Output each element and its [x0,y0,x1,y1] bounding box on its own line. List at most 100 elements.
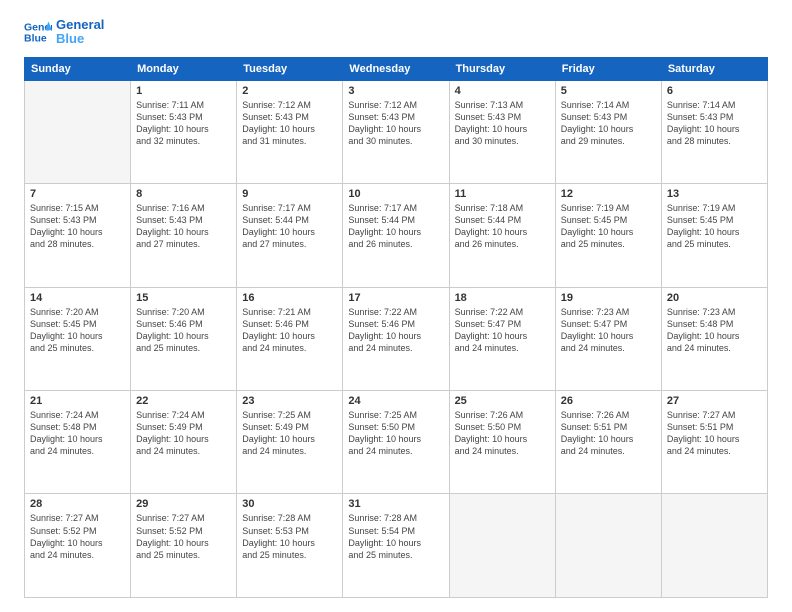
calendar-cell: 20Sunrise: 7:23 AM Sunset: 5:48 PM Dayli… [661,287,767,390]
calendar-cell: 12Sunrise: 7:19 AM Sunset: 5:45 PM Dayli… [555,184,661,287]
day-number: 6 [667,85,762,97]
day-number: 25 [455,395,550,407]
day-info: Sunrise: 7:27 AM Sunset: 5:51 PM Dayligh… [667,409,762,458]
day-number: 30 [242,498,337,510]
weekday-header-saturday: Saturday [661,57,767,80]
calendar-cell: 22 Sunrise: 7:24 AM Sunset: 5:49 PM Dayli… [131,391,237,494]
day-info: Sunrise: 7:20 AM Sunset: 5:45 PM Dayligh… [30,306,125,355]
day-number: 15 [136,292,231,304]
day-info: Sunrise: 7:26 AM Sunset: 5:51 PM Dayligh… [561,409,656,458]
day-number: 5 [561,85,656,97]
day-info: Sunrise: 7:13 AM Sunset: 5:43 PM Dayligh… [455,99,550,148]
calendar-cell: 21 Sunrise: 7:24 AM Sunset: 5:48 PM Dayli… [25,391,131,494]
day-number: 2 [242,85,337,97]
day-info: Sunrise: 7:25 AM Sunset: 5:50 PM Dayligh… [348,409,443,458]
weekday-header-wednesday: Wednesday [343,57,449,80]
calendar-cell: 23Sunrise: 7:25 AM Sunset: 5:49 PM Dayli… [237,391,343,494]
day-info: Sunrise: 7:16 AM Sunset: 5:43 PM Dayligh… [136,202,231,251]
week-row-4: 21 Sunrise: 7:24 AM Sunset: 5:48 PM Dayli… [25,391,768,494]
day-info: Sunrise: 7:14 AM Sunset: 5:43 PM Dayligh… [561,99,656,148]
day-number: 16 [242,292,337,304]
day-info: Sunrise: 7:12 AM Sunset: 5:43 PM Dayligh… [348,99,443,148]
weekday-header-monday: Monday [131,57,237,80]
calendar-cell: 1 Sunrise: 7:11 AM Sunset: 5:43 PM Daylig… [131,80,237,183]
day-number: 7 [30,188,125,200]
weekday-header-thursday: Thursday [449,57,555,80]
calendar-cell: 7Sunrise: 7:15 AM Sunset: 5:43 PM Daylig… [25,184,131,287]
day-info: Sunrise: 7:17 AM Sunset: 5:44 PM Dayligh… [242,202,337,251]
day-info: Sunrise: 7:14 AM Sunset: 5:43 PM Dayligh… [667,99,762,148]
calendar-cell: 2 Sunrise: 7:12 AM Sunset: 5:43 PM Daylig… [237,80,343,183]
calendar-cell: 11Sunrise: 7:18 AM Sunset: 5:44 PM Dayli… [449,184,555,287]
calendar: SundayMondayTuesdayWednesdayThursdayFrid… [24,57,768,598]
week-row-1: 1 Sunrise: 7:11 AM Sunset: 5:43 PM Daylig… [25,80,768,183]
calendar-cell: 10 Sunrise: 7:17 AM Sunset: 5:44 PM Dayli… [343,184,449,287]
day-number: 24 [348,395,443,407]
day-info: Sunrise: 7:24 AM Sunset: 5:49 PM Dayligh… [136,409,231,458]
day-number: 27 [667,395,762,407]
calendar-cell: 19 Sunrise: 7:23 AM Sunset: 5:47 PM Dayli… [555,287,661,390]
weekday-header-friday: Friday [555,57,661,80]
day-info: Sunrise: 7:27 AM Sunset: 5:52 PM Dayligh… [30,512,125,561]
weekday-header-tuesday: Tuesday [237,57,343,80]
calendar-cell: 28 Sunrise: 7:27 AM Sunset: 5:52 PM Dayli… [25,494,131,598]
calendar-cell: 4 Sunrise: 7:13 AM Sunset: 5:43 PM Daylig… [449,80,555,183]
day-info: Sunrise: 7:17 AM Sunset: 5:44 PM Dayligh… [348,202,443,251]
day-number: 17 [348,292,443,304]
calendar-cell: 29Sunrise: 7:27 AM Sunset: 5:52 PM Dayli… [131,494,237,598]
calendar-cell: 8Sunrise: 7:16 AM Sunset: 5:43 PM Daylig… [131,184,237,287]
day-info: Sunrise: 7:11 AM Sunset: 5:43 PM Dayligh… [136,99,231,148]
calendar-cell: 6 Sunrise: 7:14 AM Sunset: 5:43 PM Daylig… [661,80,767,183]
day-number: 18 [455,292,550,304]
logo: General Blue General Blue [24,18,104,47]
calendar-cell: 25 Sunrise: 7:26 AM Sunset: 5:50 PM Dayli… [449,391,555,494]
calendar-cell: 9 Sunrise: 7:17 AM Sunset: 5:44 PM Daylig… [237,184,343,287]
calendar-cell: 13 Sunrise: 7:19 AM Sunset: 5:45 PM Dayli… [661,184,767,287]
day-number: 9 [242,188,337,200]
day-number: 10 [348,188,443,200]
day-number: 1 [136,85,231,97]
day-info: Sunrise: 7:21 AM Sunset: 5:46 PM Dayligh… [242,306,337,355]
calendar-cell: 15Sunrise: 7:20 AM Sunset: 5:46 PM Dayli… [131,287,237,390]
logo-line2: Blue [56,32,104,46]
calendar-cell: 17Sunrise: 7:22 AM Sunset: 5:46 PM Dayli… [343,287,449,390]
day-info: Sunrise: 7:28 AM Sunset: 5:54 PM Dayligh… [348,512,443,561]
day-number: 28 [30,498,125,510]
svg-text:Blue: Blue [24,33,47,45]
day-info: Sunrise: 7:12 AM Sunset: 5:43 PM Dayligh… [242,99,337,148]
calendar-cell: 24 Sunrise: 7:25 AM Sunset: 5:50 PM Dayli… [343,391,449,494]
day-number: 26 [561,395,656,407]
day-number: 4 [455,85,550,97]
day-number: 23 [242,395,337,407]
day-info: Sunrise: 7:26 AM Sunset: 5:50 PM Dayligh… [455,409,550,458]
calendar-cell: 30 Sunrise: 7:28 AM Sunset: 5:53 PM Dayli… [237,494,343,598]
day-number: 19 [561,292,656,304]
calendar-cell: 16 Sunrise: 7:21 AM Sunset: 5:46 PM Dayli… [237,287,343,390]
weekday-header-sunday: Sunday [25,57,131,80]
calendar-cell [555,494,661,598]
day-number: 3 [348,85,443,97]
calendar-cell [25,80,131,183]
day-number: 22 [136,395,231,407]
day-info: Sunrise: 7:22 AM Sunset: 5:47 PM Dayligh… [455,306,550,355]
calendar-cell: 5 Sunrise: 7:14 AM Sunset: 5:43 PM Daylig… [555,80,661,183]
logo-line1: General [56,18,104,32]
day-number: 31 [348,498,443,510]
calendar-cell [661,494,767,598]
calendar-cell: 18 Sunrise: 7:22 AM Sunset: 5:47 PM Dayli… [449,287,555,390]
day-info: Sunrise: 7:28 AM Sunset: 5:53 PM Dayligh… [242,512,337,561]
day-info: Sunrise: 7:24 AM Sunset: 5:48 PM Dayligh… [30,409,125,458]
calendar-cell: 3 Sunrise: 7:12 AM Sunset: 5:43 PM Daylig… [343,80,449,183]
page: General Blue General Blue SundayMondayTu… [0,0,792,612]
day-info: Sunrise: 7:23 AM Sunset: 5:47 PM Dayligh… [561,306,656,355]
week-row-2: 7Sunrise: 7:15 AM Sunset: 5:43 PM Daylig… [25,184,768,287]
day-info: Sunrise: 7:19 AM Sunset: 5:45 PM Dayligh… [667,202,762,251]
day-number: 21 [30,395,125,407]
calendar-cell: 14 Sunrise: 7:20 AM Sunset: 5:45 PM Dayli… [25,287,131,390]
calendar-cell: 26 Sunrise: 7:26 AM Sunset: 5:51 PM Dayli… [555,391,661,494]
calendar-cell [449,494,555,598]
calendar-cell: 27 Sunrise: 7:27 AM Sunset: 5:51 PM Dayli… [661,391,767,494]
day-number: 13 [667,188,762,200]
day-number: 14 [30,292,125,304]
day-number: 20 [667,292,762,304]
